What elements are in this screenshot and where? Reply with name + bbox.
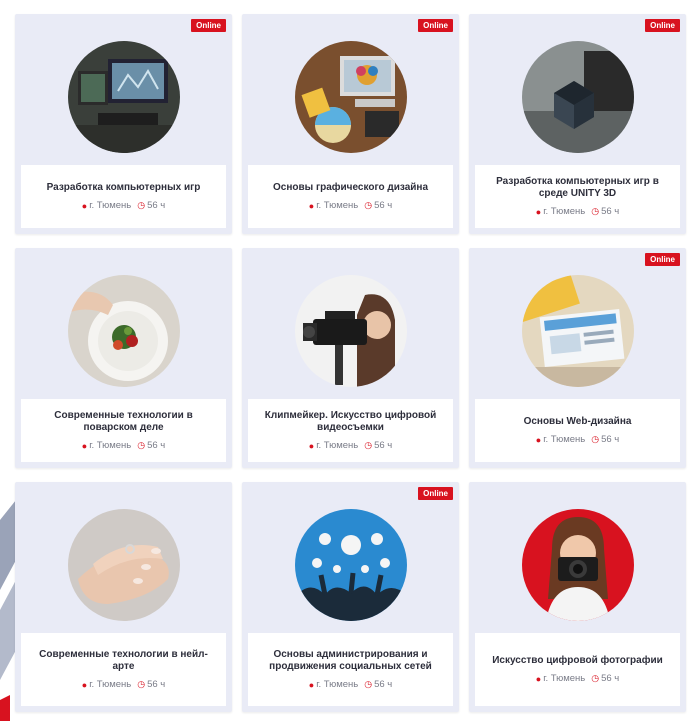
course-meta: ● г. Тюмень ◷ 56 ч: [309, 200, 392, 211]
course-duration: 56 ч: [374, 679, 393, 690]
web-design-photo: [522, 275, 634, 387]
course-card[interactable]: Online Основы графического дизайна ● г. Т…: [242, 14, 459, 234]
course-title[interactable]: Разработка компьютерных игр в среде UNIT…: [483, 176, 672, 200]
course-duration: 56 ч: [147, 679, 166, 690]
course-city: г. Тюмень: [316, 200, 359, 211]
course-card[interactable]: Online Разработка компьютерных игр в сре…: [469, 14, 686, 234]
course-duration: 56 ч: [601, 673, 620, 684]
course-title[interactable]: Искусство цифровой фотографии: [492, 655, 663, 667]
course-duration: 56 ч: [601, 206, 620, 217]
clock-icon: ◷: [137, 200, 146, 210]
nail-art-photo: [68, 509, 180, 621]
location-pin-icon: ●: [308, 440, 315, 451]
course-duration: 56 ч: [147, 440, 166, 451]
course-info: Искусство цифровой фотографии ● г. Тюмень…: [475, 633, 680, 706]
photography-photo: [522, 509, 634, 621]
course-meta: ● г. Тюмень ◷ 56 ч: [536, 206, 619, 217]
course-meta: ● г. Тюмень ◷ 56 ч: [82, 200, 165, 211]
clock-icon: ◷: [364, 440, 373, 450]
location-pin-icon: ●: [308, 200, 315, 211]
course-city: г. Тюмень: [316, 440, 359, 451]
course-city: г. Тюмень: [543, 673, 586, 684]
course-card[interactable]: Online Основы Web-дизайна ● г. Тюмень ◷ 56…: [469, 248, 686, 468]
course-city: г. Тюмень: [89, 679, 132, 690]
course-info: Современные технологии в нейл-арте ● г. Т…: [21, 633, 226, 706]
course-card[interactable]: Online Основы администрирования и продви…: [242, 482, 459, 712]
course-card[interactable]: Online Разработка компьютерных игр ● г. Т…: [15, 14, 232, 234]
course-duration: 56 ч: [374, 440, 393, 451]
course-meta: ● г. Тюмень ◷ 56 ч: [536, 673, 619, 684]
clock-icon: ◷: [137, 679, 146, 689]
side-decoration: [0, 500, 16, 721]
clock-icon: ◷: [591, 206, 600, 216]
online-badge: Online: [191, 19, 226, 32]
course-duration: 56 ч: [147, 200, 166, 211]
location-pin-icon: ●: [535, 206, 542, 217]
clock-icon: ◷: [137, 440, 146, 450]
course-card[interactable]: Современные технологии в поварском деле …: [15, 248, 232, 468]
clock-icon: ◷: [364, 200, 373, 210]
course-meta: ● г. Тюмень ◷ 56 ч: [309, 440, 392, 451]
course-title[interactable]: Современные технологии в нейл-арте: [29, 649, 218, 673]
location-pin-icon: ●: [81, 200, 88, 211]
course-info: Основы Web-дизайна ● г. Тюмень ◷ 56 ч: [475, 399, 680, 462]
course-city: г. Тюмень: [89, 200, 132, 211]
clock-icon: ◷: [591, 673, 600, 683]
course-info: Разработка компьютерных игр в среде UNIT…: [475, 165, 680, 228]
online-badge: Online: [418, 19, 453, 32]
location-pin-icon: ●: [81, 440, 88, 451]
course-info: Клипмейкер. Искусство цифровой видеосъем…: [248, 399, 453, 462]
course-city: г. Тюмень: [543, 206, 586, 217]
video-camera-photo: [295, 275, 407, 387]
clock-icon: ◷: [591, 434, 600, 444]
course-info: Основы графического дизайна ● г. Тюмень ◷…: [248, 165, 453, 228]
online-badge: Online: [645, 253, 680, 266]
location-pin-icon: ●: [308, 679, 315, 690]
course-city: г. Тюмень: [543, 434, 586, 445]
unity-photo: [522, 41, 634, 153]
course-duration: 56 ч: [374, 200, 393, 211]
course-meta: ● г. Тюмень ◷ 56 ч: [536, 434, 619, 445]
course-grid: Online Разработка компьютерных игр ● г. Т…: [15, 14, 686, 712]
course-title[interactable]: Разработка компьютерных игр: [47, 182, 201, 194]
clock-icon: ◷: [364, 679, 373, 689]
course-duration: 56 ч: [601, 434, 620, 445]
course-info: Разработка компьютерных игр ● г. Тюмень ◷…: [21, 165, 226, 228]
course-card[interactable]: Клипмейкер. Искусство цифровой видеосъем…: [242, 248, 459, 468]
course-city: г. Тюмень: [89, 440, 132, 451]
location-pin-icon: ●: [535, 673, 542, 684]
cooking-photo: [68, 275, 180, 387]
course-title[interactable]: Клипмейкер. Искусство цифровой видеосъем…: [256, 410, 445, 434]
online-badge: Online: [418, 487, 453, 500]
course-title[interactable]: Современные технологии в поварском деле: [29, 410, 218, 434]
location-pin-icon: ●: [81, 679, 88, 690]
course-title[interactable]: Основы Web-дизайна: [524, 416, 632, 428]
course-info: Современные технологии в поварском деле …: [21, 399, 226, 462]
course-card[interactable]: Искусство цифровой фотографии ● г. Тюмень…: [469, 482, 686, 712]
online-badge: Online: [645, 19, 680, 32]
course-meta: ● г. Тюмень ◷ 56 ч: [309, 679, 392, 690]
course-title[interactable]: Основы администрирования и продвижения с…: [256, 649, 445, 673]
course-title[interactable]: Основы графического дизайна: [273, 182, 428, 194]
graphic-design-photo: [295, 41, 407, 153]
course-info: Основы администрирования и продвижения с…: [248, 633, 453, 706]
course-meta: ● г. Тюмень ◷ 56 ч: [82, 440, 165, 451]
course-city: г. Тюмень: [316, 679, 359, 690]
game-dev-photo: [68, 41, 180, 153]
course-card[interactable]: Современные технологии в нейл-арте ● г. Т…: [15, 482, 232, 712]
course-meta: ● г. Тюмень ◷ 56 ч: [82, 679, 165, 690]
location-pin-icon: ●: [535, 434, 542, 445]
social-media-photo: [295, 509, 407, 621]
